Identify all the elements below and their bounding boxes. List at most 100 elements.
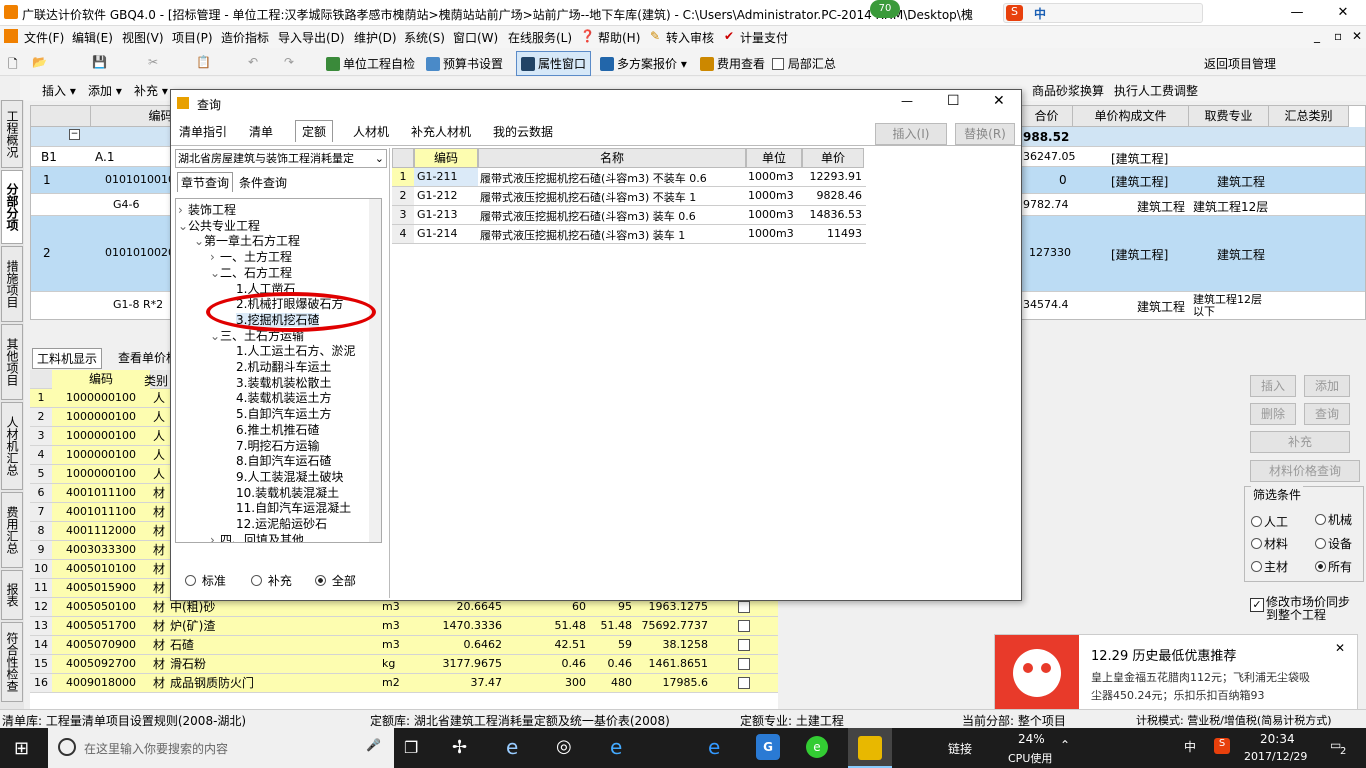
tree-node[interactable]: 6.推土机推石碴 <box>226 421 319 438</box>
filter-all[interactable]: 所有 <box>1315 558 1352 575</box>
menu-online[interactable]: 在线服务(L) <box>508 29 572 46</box>
tree-node[interactable]: 1.人工运土石方、淤泥 <box>226 342 355 359</box>
sogou-tray-icon[interactable]: S <box>1214 738 1230 754</box>
tab-quota[interactable]: 定额 <box>295 120 334 142</box>
tree-node[interactable]: 9.人工装混凝土破块 <box>226 468 343 485</box>
library-select[interactable]: 湖北省房屋建筑与装饰工程消耗量定 ⌄ <box>175 149 387 168</box>
collapse-icon[interactable]: − <box>69 129 80 140</box>
back-project-button[interactable]: 返回项目管理 <box>1204 55 1276 72</box>
tab-other[interactable]: 其他项目 <box>1 324 23 400</box>
insert-button[interactable]: 插入 ▾ <box>42 82 76 99</box>
tree-node[interactable]: › 一、土方工程 <box>210 248 292 265</box>
undo-icon[interactable]: ↶ <box>248 55 258 69</box>
tree-node[interactable]: 8.自卸汽车运石碴 <box>226 452 331 469</box>
panel-price-query-button[interactable]: 材料价格查询 <box>1250 460 1360 482</box>
open-icon[interactable]: 📂 <box>32 55 47 69</box>
supplement-button[interactable]: 补充 ▾ <box>134 82 168 99</box>
ime-bar[interactable]: S 中 <box>1003 3 1203 23</box>
materials-row[interactable]: 16 4009018000 材 成品钢质防火门 m2 37.47 300 480… <box>30 674 778 693</box>
panel-delete-button[interactable]: 删除 <box>1250 403 1296 425</box>
paste-icon[interactable]: 📋 <box>196 55 211 69</box>
taskbar-search[interactable]: 在这里输入你要搜索的内容 🎤 <box>48 728 394 768</box>
tab-unit-price[interactable]: 查看单价构 <box>118 349 178 366</box>
promo-close-icon[interactable]: ✕ <box>1335 641 1345 655</box>
tab-measures[interactable]: 措施项目 <box>1 246 23 322</box>
tree-scrollbar[interactable] <box>369 199 381 542</box>
materials-row[interactable]: 13 4005051700 材 炉(矿)渣 m3 1470.3336 51.48… <box>30 617 778 636</box>
budget-settings-button[interactable]: 预算书设置 <box>426 55 503 72</box>
menu-pay[interactable]: 计量支付 <box>740 29 788 46</box>
materials-row[interactable]: 14 4005070900 材 石碴 m3 0.6462 42.51 59 38… <box>30 636 778 655</box>
tab-fee-summary[interactable]: 费用汇总 <box>1 492 23 568</box>
quota-row[interactable]: 1 G1-211 履带式液压挖掘机挖石碴(斗容m3) 不装车 0.6 1000m… <box>392 168 866 187</box>
cut-icon[interactable]: ✂ <box>148 55 158 69</box>
browser360-icon[interactable]: e <box>806 736 828 758</box>
sync-checkbox[interactable]: ✓ <box>1250 598 1264 612</box>
menu-edit[interactable]: 编辑(E) <box>72 29 113 46</box>
tray-link[interactable]: 链接 <box>948 740 972 757</box>
quota-row[interactable]: 4 G1-214 履带式液压挖掘机挖石碴(斗容m3) 装车 1 1000m3 1… <box>392 225 866 244</box>
menu-project[interactable]: 项目(P) <box>172 29 213 46</box>
tree-node[interactable]: ⌄公共专业工程 <box>178 217 260 234</box>
new-icon[interactable]: 🗋 <box>8 55 18 76</box>
menu-view[interactable]: 视图(V) <box>122 29 164 46</box>
mdi-restore[interactable]: ▫ <box>1334 29 1342 43</box>
minimize-button[interactable]: — <box>1274 0 1320 26</box>
panel-query-button[interactable]: 查询 <box>1304 403 1350 425</box>
partial-sum-checkbox[interactable]: 局部汇总 <box>772 55 836 72</box>
subtab-chapter[interactable]: 章节查询 <box>177 172 234 192</box>
property-window-button[interactable]: 属性窗口 <box>516 51 592 76</box>
tree-node[interactable]: 2.机动翻斗车运土 <box>226 358 331 375</box>
menu-window[interactable]: 窗口(W) <box>453 29 498 46</box>
tab-report[interactable]: 报表 <box>1 570 23 620</box>
dialog-insert-button[interactable]: 插入(I) <box>875 123 947 145</box>
app-icon[interactable]: ◎ <box>556 736 572 757</box>
tree-node[interactable]: 10.装载机装混凝土 <box>226 484 339 501</box>
filter-machine[interactable]: 机械 <box>1315 511 1352 528</box>
fee-view-button[interactable]: 费用查看 <box>700 55 765 72</box>
tab-materials[interactable]: 人材机 <box>353 123 389 140</box>
glodon-icon[interactable]: G <box>756 734 780 760</box>
materials-row[interactable]: 15 4005092700 材 滑石粉 kg 3177.9675 0.46 0.… <box>30 655 778 674</box>
tree-node[interactable]: › 四、回填及其他 <box>210 531 304 542</box>
radio-standard[interactable]: 标准 <box>185 572 226 589</box>
filter-labor[interactable]: 人工 <box>1251 513 1288 530</box>
tab-materials-summary[interactable]: 人材机汇总 <box>1 402 23 490</box>
tree-node[interactable]: ⌄二、石方工程 <box>210 264 292 281</box>
mdi-close[interactable]: ✕ <box>1352 29 1362 43</box>
tree-node[interactable]: 12.运泥船运砂石 <box>226 515 327 532</box>
menu-import[interactable]: 导入导出(D) <box>278 29 345 46</box>
ie2-icon[interactable]: e <box>708 735 720 759</box>
tree-node[interactable]: ⌄第一章土石方工程 <box>194 232 300 249</box>
radio-supplement[interactable]: 补充 <box>251 572 292 589</box>
mdi-minimize[interactable]: _ <box>1314 29 1320 43</box>
dialog-close[interactable]: ✕ <box>993 93 1005 109</box>
tab-compliance[interactable]: 符合性检查 <box>1 622 23 702</box>
task-view-icon[interactable]: ❐ <box>404 738 418 757</box>
tray-ime[interactable]: 中 <box>1184 738 1196 755</box>
dialog-minimize[interactable]: — <box>901 94 913 108</box>
tree-node[interactable]: 7.明挖石方运输 <box>226 437 319 454</box>
tab-supplement-materials[interactable]: 补充人材机 <box>411 123 471 140</box>
add-button[interactable]: 添加 ▾ <box>88 82 122 99</box>
dialog-maximize[interactable]: ☐ <box>947 93 960 109</box>
panel-supplement-button[interactable]: 补充 <box>1250 431 1350 453</box>
dialog-replace-button[interactable]: 替换(R) <box>955 123 1015 145</box>
tree-node[interactable]: 5.自卸汽车运土方 <box>226 405 331 422</box>
mortar-convert-button[interactable]: 商品砂浆换算 <box>1032 82 1104 99</box>
multi-quote-button[interactable]: 多方案报价 ▾ <box>600 55 687 72</box>
quota-row[interactable]: 2 G1-212 履带式液压挖掘机挖石碴(斗容m3) 不装车 1 1000m3 … <box>392 187 866 206</box>
save-icon[interactable]: 💾 <box>92 55 107 69</box>
subtab-condition[interactable]: 条件查询 <box>239 174 287 191</box>
redo-icon[interactable]: ↷ <box>284 55 294 69</box>
tab-materials-display[interactable]: 工料机显示 <box>32 348 103 369</box>
tab-items[interactable]: 分部分项 <box>1 170 23 244</box>
tab-list-guide[interactable]: 清单指引 <box>179 123 227 140</box>
labor-adjust-button[interactable]: 执行人工费调整 <box>1114 82 1198 99</box>
menu-review[interactable]: 转入审核 <box>666 29 714 46</box>
tab-overview[interactable]: 工程概况 <box>1 100 23 168</box>
menu-system[interactable]: 系统(S) <box>404 29 445 46</box>
quota-row[interactable]: 3 G1-213 履带式液压挖掘机挖石碴(斗容m3) 装车 0.6 1000m3… <box>392 206 866 225</box>
windows-start-icon[interactable]: ⊞ <box>14 738 29 759</box>
edge-icon[interactable]: e <box>610 735 622 759</box>
